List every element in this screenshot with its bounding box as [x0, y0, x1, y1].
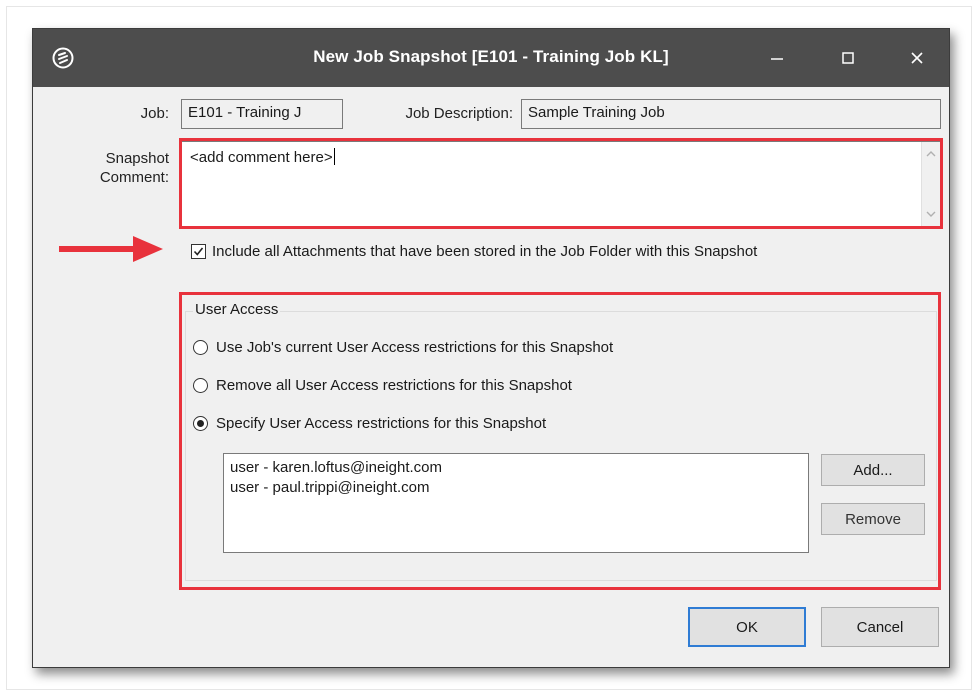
- include-attachments-checkbox[interactable]: [191, 244, 206, 259]
- add-user-button[interactable]: Add...: [821, 454, 925, 486]
- radio-label: Remove all User Access restrictions for …: [216, 377, 572, 394]
- radio-remove-all-restrictions[interactable]: Remove all User Access restrictions for …: [193, 377, 572, 394]
- include-attachments-row[interactable]: Include all Attachments that have been s…: [191, 243, 757, 260]
- include-attachments-label: Include all Attachments that have been s…: [212, 243, 758, 260]
- job-description-field[interactable]: Sample Training Job: [521, 99, 941, 129]
- radio-label: Specify User Access restrictions for thi…: [216, 415, 547, 432]
- close-icon: [911, 52, 923, 64]
- remove-user-button[interactable]: Remove: [821, 503, 925, 535]
- radio-specify-restrictions[interactable]: Specify User Access restrictions for thi…: [193, 415, 546, 432]
- job-description-label: Job Description:: [405, 105, 513, 122]
- window-title: New Job Snapshot [E101 - Training Job KL…: [313, 47, 669, 66]
- user-access-listbox[interactable]: user - karen.loftus@ineight.com user - p…: [223, 453, 809, 553]
- title-bar[interactable]: New Job Snapshot [E101 - Training Job KL…: [33, 29, 949, 87]
- snapshot-label-line2: Comment:: [99, 169, 169, 186]
- list-item[interactable]: user - karen.loftus@ineight.com: [230, 458, 802, 478]
- radio-selected-dot: [197, 420, 204, 427]
- snapshot-label-line1: Snapshot: [105, 150, 169, 167]
- maximize-icon: [842, 52, 854, 64]
- job-field[interactable]: E101 - Training J: [181, 99, 343, 129]
- radio-button[interactable]: [193, 378, 208, 393]
- radio-use-current-restrictions[interactable]: Use Job's current User Access restrictio…: [193, 339, 613, 356]
- new-job-snapshot-dialog: New Job Snapshot [E101 - Training Job KL…: [32, 28, 950, 668]
- minimize-button[interactable]: [757, 43, 797, 73]
- checkmark-icon: [193, 247, 204, 256]
- radio-button-selected[interactable]: [193, 416, 208, 431]
- radio-button[interactable]: [193, 340, 208, 355]
- job-label: Job:: [140, 105, 169, 122]
- red-arrow-icon: [59, 236, 163, 262]
- cancel-button[interactable]: Cancel: [821, 607, 939, 647]
- list-item[interactable]: user - paul.trippi@ineight.com: [230, 478, 802, 498]
- comment-highlight-box: [179, 138, 943, 229]
- user-access-group-label: User Access: [193, 301, 281, 318]
- minimize-icon: [771, 58, 783, 60]
- maximize-button[interactable]: [828, 43, 868, 73]
- close-button[interactable]: [897, 43, 937, 73]
- snapshot-comment-label: Snapshot Comment:: [63, 149, 169, 187]
- radio-label: Use Job's current User Access restrictio…: [216, 339, 614, 356]
- ok-button[interactable]: OK: [688, 607, 806, 647]
